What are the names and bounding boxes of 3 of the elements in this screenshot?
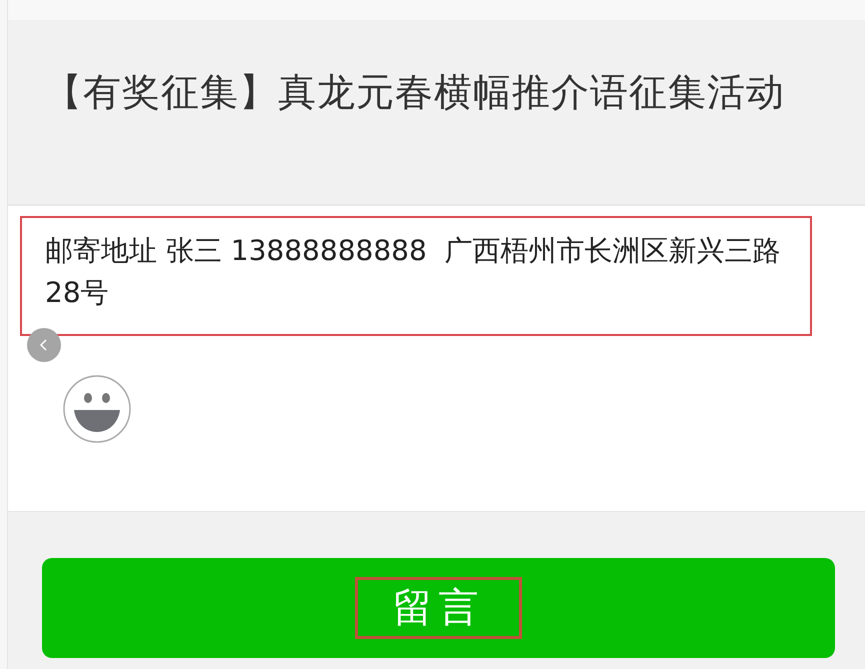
smiley-icon[interactable] [62,374,132,444]
article-title: 【有奖征集】真龙元春横幅推介语征集活动 [44,69,786,116]
comment-field[interactable]: 邮寄地址 张三 13888888888 广西梧州市长洲区新兴三路28号 [20,216,812,336]
